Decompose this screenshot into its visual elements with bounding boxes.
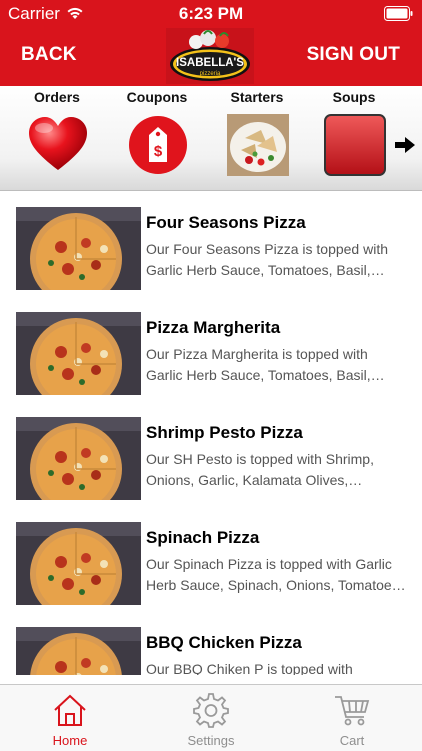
item-description: Our Spinach Pizza is topped with Garlic … [146,556,406,593]
list-item[interactable]: Four Seasons Pizza Our Four Seasons Pizz… [0,191,422,296]
tab-label: Cart [339,733,365,748]
cart-icon [335,696,370,726]
app-header: Carrier 6:23 PM BACK ISABELLA'S pizzeria… [0,0,422,86]
brand-logo: ISABELLA'S pizzeria [166,28,254,84]
item-description: Our Pizza Margherita is topped with Garl… [146,346,371,383]
gear-icon [193,693,229,728]
clock: 6:23 PM [178,4,244,23]
pizza-thumbnail [16,207,141,290]
tab-settings[interactable]: Settings [141,685,281,751]
tab-label: Settings [187,733,235,748]
svg-text:$: $ [154,143,163,160]
item-description: Our SH Pesto is topped with Shrimp, Onio… [146,451,374,488]
category-label: Orders [34,89,80,105]
tab-cart[interactable]: Cart [282,685,422,751]
soups-thumbnail [324,114,386,176]
battery-icon [384,6,413,21]
item-title: Shrimp Pesto Pizza [146,423,303,442]
category-label: Coupons [126,89,188,105]
svg-text:pizzeria: pizzeria [200,71,221,77]
list-item[interactable]: Pizza Margherita Our Pizza Margherita is… [0,296,422,401]
sign-out-button[interactable]: SIGN OUT [307,44,400,66]
heart-icon [29,117,87,170]
pizza-thumbnail [16,627,141,675]
menu-list: Four Seasons Pizza Our Four Seasons Pizz… [0,191,422,675]
pizza-thumbnail [16,522,141,605]
item-title: BBQ Chicken Pizza [146,633,302,652]
category-label: Starters [230,89,284,105]
item-description: Our Four Seasons Pizza is topped with Ga… [146,241,389,278]
category-strip: Orders Coupons $ Starters Soups [0,86,422,191]
back-button[interactable]: BACK [21,44,77,66]
home-icon [54,694,86,726]
category-label: Soups [332,89,376,105]
list-item[interactable]: Spinach Pizza Our Spinach Pizza is toppe… [0,506,422,611]
category-orders[interactable]: Orders [17,86,97,190]
item-title: Pizza Margherita [146,318,281,337]
list-item[interactable]: Shrimp Pesto Pizza Our SH Pesto is toppe… [0,401,422,506]
item-title: Four Seasons Pizza [146,213,306,232]
category-coupons[interactable]: Coupons $ [117,86,197,190]
tab-label: Home [52,733,88,748]
status-bar: Carrier 6:23 PM [0,0,422,28]
item-description: Our BBQ Chiken P is topped with Chicken… [146,661,353,675]
svg-text:ISABELLA'S: ISABELLA'S [176,57,244,69]
tab-home[interactable]: Home [0,685,140,751]
category-starters[interactable]: Starters [217,86,297,190]
category-soups[interactable]: Soups [314,86,394,190]
arrow-right-icon[interactable] [394,136,416,154]
tab-bar: Home Settings Cart [0,684,422,751]
pizza-thumbnail [16,312,141,395]
list-item[interactable]: BBQ Chicken Pizza Our BBQ Chiken P is to… [0,611,422,675]
price-tag-icon: $ [129,116,187,174]
pizza-thumbnail [16,417,141,500]
item-title: Spinach Pizza [146,528,260,547]
starters-thumbnail [227,114,289,176]
